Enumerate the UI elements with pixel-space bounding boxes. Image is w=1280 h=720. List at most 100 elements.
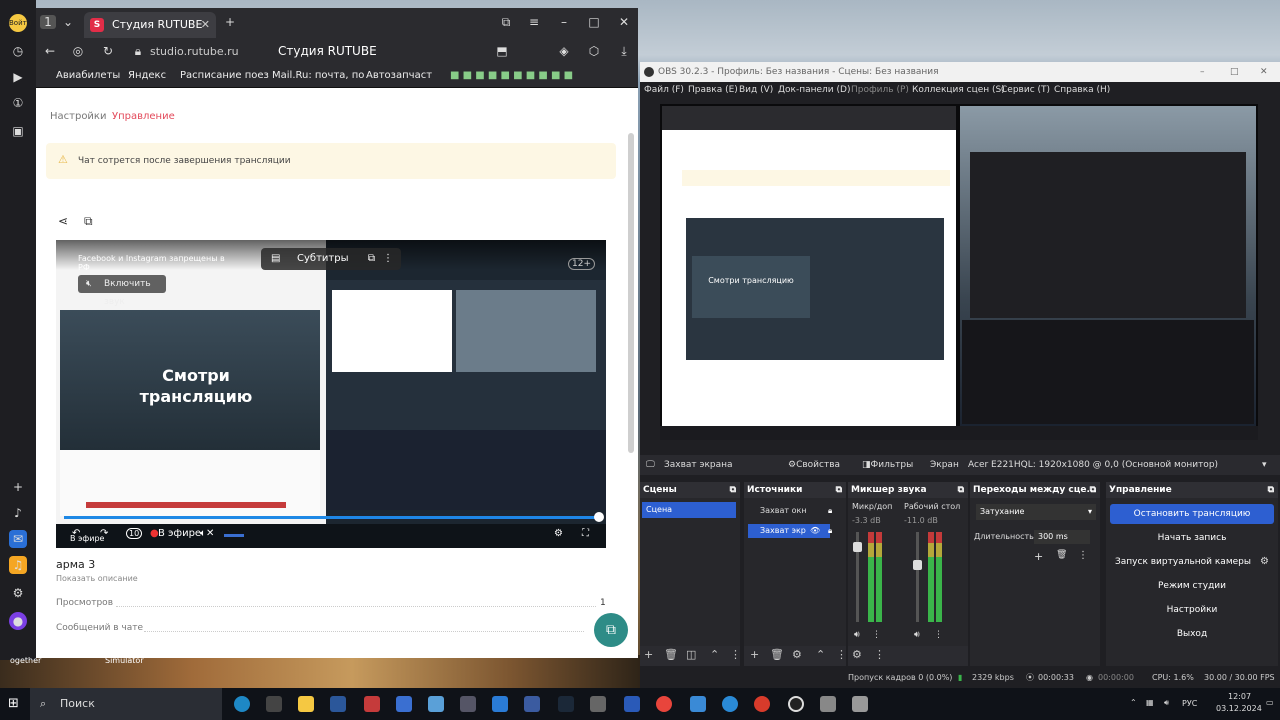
dock-undock-icon[interactable]: ⧉ — [1268, 482, 1274, 498]
trash-icon[interactable]: 🗑︎ — [770, 648, 784, 661]
progress-knob[interactable] — [594, 512, 604, 522]
notifications-icon[interactable]: ▭ — [1266, 698, 1274, 707]
menu-file[interactable]: Файл (F) — [644, 82, 684, 99]
forward-icon[interactable]: ↷ — [100, 528, 108, 539]
settings-icon[interactable]: ⚙ — [792, 648, 802, 661]
desktop-mute-icon[interactable]: 🔊︎ — [914, 630, 920, 640]
virtual-camera-settings-icon[interactable]: ⚙ — [1260, 556, 1269, 567]
menu-help[interactable]: Справка (H) — [1054, 82, 1110, 99]
add-icon[interactable]: + — [1034, 550, 1043, 563]
bookmark-item[interactable]: Расписание поез — [180, 70, 269, 81]
download-icon[interactable]: ⤓ — [616, 44, 632, 59]
more-icon[interactable]: ⋮ — [874, 648, 885, 661]
minimize-icon[interactable]: – — [556, 15, 572, 29]
word-icon[interactable] — [330, 696, 346, 712]
mail-icon[interactable]: ✉ — [9, 530, 27, 548]
menu-scene-collection[interactable]: Коллекция сцен (S) — [912, 82, 1005, 99]
dock-undock-icon[interactable]: ⧉ — [1090, 482, 1096, 498]
collections-icon[interactable]: ▣ — [9, 122, 27, 140]
settings-icon[interactable]: ⚙ — [554, 528, 563, 539]
tabs-icon[interactable]: 1 — [40, 15, 56, 29]
profile-icon[interactable]: Войти — [9, 14, 31, 32]
up-icon[interactable]: ⌃ — [816, 648, 825, 661]
steam-icon[interactable] — [558, 696, 574, 712]
chrome-icon[interactable] — [656, 696, 672, 712]
trash-icon[interactable]: 🗑︎ — [1056, 550, 1067, 560]
volume-icon[interactable]: 🔈︎✕ — [200, 528, 214, 539]
tab-management[interactable]: Управление — [112, 111, 175, 122]
tab-settings[interactable]: Настройки — [50, 111, 106, 122]
pdf-icon[interactable] — [364, 696, 380, 712]
exit-button[interactable]: Выход — [1110, 624, 1274, 644]
external-link-icon[interactable]: ⧉ — [84, 214, 93, 229]
obs-preview[interactable]: Смотри трансляцию — [660, 104, 1258, 440]
visibility-icon[interactable]: 👁︎ — [810, 526, 820, 535]
menu-profile[interactable]: Профиль (P) — [851, 82, 909, 99]
scrollbar[interactable] — [628, 133, 634, 453]
app-icon[interactable] — [690, 696, 706, 712]
start-recording-button[interactable]: Начать запись — [1110, 528, 1274, 548]
mic-volume-fader[interactable] — [853, 532, 862, 622]
minimize-icon[interactable]: – — [1200, 62, 1205, 82]
dock-undock-icon[interactable]: ⧉ — [836, 482, 842, 498]
tray-chevron-icon[interactable]: ⌃ — [1130, 698, 1137, 707]
monitor-select[interactable]: Acer E221HQL: 1920x1080 @ 0,0 (Основной … — [968, 455, 1218, 475]
filters-button[interactable]: ◨ Фильтры — [862, 455, 913, 475]
mic-more-icon[interactable]: ⋮ — [872, 630, 881, 640]
language-indicator[interactable]: РУС — [1182, 699, 1197, 708]
lock-icon[interactable]: 🔒︎ — [828, 506, 832, 516]
properties-button[interactable]: ⚙ Свойства — [788, 455, 840, 475]
menu-edit[interactable]: Правка (E) — [688, 82, 738, 99]
calc-icon[interactable] — [396, 696, 412, 712]
extension-icon[interactable]: ◈ — [556, 44, 572, 58]
reload-icon[interactable]: ↻ — [100, 44, 116, 58]
close-window-icon[interactable]: ✕ — [616, 15, 632, 29]
chevron-down-icon[interactable]: ⌄ — [60, 15, 76, 29]
menu-tools[interactable]: Сервис (T) — [1001, 82, 1050, 99]
add-icon[interactable]: + — [750, 648, 759, 661]
clock-date[interactable]: 03.12.2024 — [1216, 704, 1262, 713]
bookmark-item[interactable]: Яндекс — [128, 70, 166, 81]
menu-docks[interactable]: Док-панели (D) — [778, 82, 850, 99]
trash-icon[interactable]: 🗑︎ — [664, 648, 678, 661]
menu-view[interactable]: Вид (V) — [739, 82, 773, 99]
app-icon[interactable] — [428, 696, 444, 712]
close-icon[interactable]: ✕ — [201, 12, 210, 38]
url-field[interactable]: studio.rutube.ru — [150, 45, 239, 58]
app-icon[interactable] — [722, 696, 738, 712]
pip-icon[interactable]: ⧉ — [368, 248, 375, 270]
protect-icon[interactable]: ⬡ — [586, 44, 602, 58]
close-window-icon[interactable]: ✕ — [1260, 62, 1268, 82]
dock-undock-icon[interactable]: ⧉ — [730, 482, 736, 498]
add-icon[interactable]: + — [9, 478, 27, 496]
clock-time[interactable]: 12:07 — [1228, 692, 1251, 701]
desktop-more-icon[interactable]: ⋮ — [934, 630, 943, 640]
app-icon[interactable] — [460, 696, 476, 712]
more-icon[interactable]: ⋮ — [730, 648, 741, 661]
store-icon[interactable] — [266, 696, 282, 712]
filter-icon[interactable]: ◫ — [686, 648, 696, 661]
app-icon[interactable] — [624, 696, 640, 712]
dock-undock-icon[interactable]: ⧉ — [958, 482, 964, 498]
app-icon[interactable] — [524, 696, 540, 712]
subtitles-button[interactable]: ▤ Субтитры ⧉ ⋮ — [261, 248, 401, 270]
desktop-volume-fader[interactable] — [913, 532, 922, 622]
more-icon[interactable]: ⋮ — [1078, 550, 1088, 561]
volume-icon[interactable]: 🔊︎ — [1164, 698, 1169, 708]
show-description-link[interactable]: Показать описание — [56, 574, 138, 583]
fullscreen-icon[interactable]: ⛶ — [582, 528, 589, 539]
shield-icon[interactable]: ◎ — [70, 44, 86, 58]
progress-bar[interactable] — [64, 516, 600, 519]
up-icon[interactable]: ⌃ — [710, 648, 719, 661]
bookmark-item[interactable]: Mail.Ru: почта, по — [272, 70, 364, 81]
yandex-browser-icon[interactable] — [754, 696, 770, 712]
menu-icon[interactable]: ≡ — [526, 15, 542, 29]
studio-mode-button[interactable]: Режим студии — [1110, 576, 1274, 596]
lock-icon[interactable]: 🔒︎ — [828, 526, 832, 536]
collections-icon[interactable]: ⧉ — [498, 15, 514, 30]
more-icon[interactable]: ⋮ — [383, 248, 393, 270]
settings-icon[interactable]: ⚙ — [9, 584, 27, 602]
transition-select[interactable]: Затухание ▾ — [976, 504, 1096, 520]
duration-input[interactable]: 300 ms — [1034, 530, 1090, 544]
mic-mute-icon[interactable]: 🔊︎ — [854, 630, 860, 640]
